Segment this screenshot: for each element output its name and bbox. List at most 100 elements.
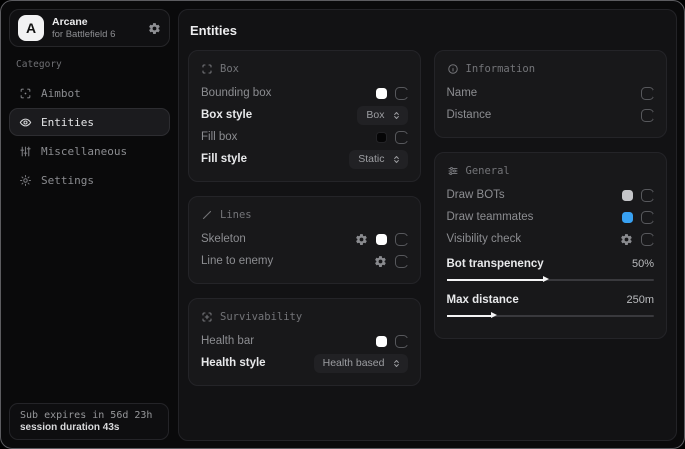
box-icon (201, 63, 213, 75)
card-title-label: Information (466, 63, 536, 75)
setting-row-line-to-enemy: Line to enemy (201, 250, 408, 272)
setting-row-fill-style: Fill style Static (201, 148, 408, 170)
sidebar-item-label: Miscellaneous (41, 145, 127, 158)
sidebar-item-label: Aimbot (41, 87, 81, 100)
header-gear-icon[interactable] (148, 22, 161, 35)
setting-label: Fill style (201, 153, 349, 165)
information-card: Information Name Distance (434, 50, 668, 138)
gear-icon[interactable] (355, 233, 368, 246)
checkbox[interactable] (395, 233, 408, 246)
bot-transparency-setting: Bot transpenency 50% (447, 255, 655, 284)
app-header-card: A Arcane for Battlefield 6 (9, 9, 170, 47)
app-logo: A (18, 15, 44, 41)
slider-label: Max distance (447, 294, 627, 306)
health-style-select[interactable]: Health based (314, 354, 408, 373)
unfold-icon (392, 111, 401, 120)
color-swatch[interactable] (376, 336, 387, 347)
app-title-block: Arcane for Battlefield 6 (52, 16, 140, 41)
setting-row-distance: Distance (447, 104, 655, 126)
setting-row-health-bar: Health bar (201, 330, 408, 352)
setting-label: Draw BOTs (447, 189, 623, 201)
setting-row-name: Name (447, 82, 655, 104)
setting-row-health-style: Health style Health based (201, 352, 408, 374)
card-title-label: General (466, 165, 510, 177)
max-distance-setting: Max distance 250m (447, 291, 655, 320)
color-swatch[interactable] (376, 234, 387, 245)
card-title-label: Survivability (220, 311, 302, 323)
box-card: Box Bounding box Box style Box (188, 50, 421, 182)
session-duration-text: session duration 43s (20, 422, 158, 433)
slider-value: 50% (632, 258, 654, 270)
sub-expiry-text: Sub expires in 56d 23h (20, 410, 158, 421)
sliders-icon (19, 145, 32, 158)
information-icon (447, 63, 459, 75)
setting-label: Fill box (201, 131, 376, 143)
general-card: General Draw BOTs Draw teammates (434, 152, 668, 339)
checkbox[interactable] (641, 211, 654, 224)
card-title-label: Lines (220, 209, 252, 221)
sidebar-item-aimbot[interactable]: Aimbot (9, 79, 170, 107)
checkbox[interactable] (395, 87, 408, 100)
checkbox[interactable] (395, 255, 408, 268)
checkbox[interactable] (641, 109, 654, 122)
main-panel: Entities Box Bounding box (178, 9, 677, 441)
checkbox[interactable] (641, 87, 654, 100)
unfold-icon (392, 155, 401, 164)
category-label: Category (16, 59, 170, 70)
bot-transparency-slider[interactable] (447, 275, 655, 284)
slider-thumb[interactable] (491, 312, 497, 318)
color-swatch[interactable] (376, 88, 387, 99)
sidebar: A Arcane for Battlefield 6 Category Aimb… (1, 1, 178, 448)
select-value: Health based (323, 357, 385, 369)
setting-label: Visibility check (447, 233, 621, 245)
checkbox[interactable] (641, 189, 654, 202)
select-value: Static (358, 153, 384, 165)
settings-gear-icon (19, 174, 32, 187)
setting-label: Health bar (201, 335, 376, 347)
subscription-status-card: Sub expires in 56d 23h session duration … (9, 403, 169, 440)
unfold-icon (392, 359, 401, 368)
lines-icon (201, 209, 213, 221)
setting-row-box-style: Box style Box (201, 104, 408, 126)
color-swatch[interactable] (622, 190, 633, 201)
setting-row-draw-bots: Draw BOTs (447, 184, 655, 206)
app-name: Arcane (52, 16, 140, 29)
fill-style-select[interactable]: Static (349, 150, 407, 169)
setting-row-skeleton: Skeleton (201, 228, 408, 250)
survivability-icon (201, 311, 213, 323)
slider-thumb[interactable] (543, 276, 549, 282)
sidebar-item-miscellaneous[interactable]: Miscellaneous (9, 137, 170, 165)
setting-row-bounding-box: Bounding box (201, 82, 408, 104)
setting-label: Bounding box (201, 87, 376, 99)
color-swatch[interactable] (376, 132, 387, 143)
card-title-label: Box (220, 63, 239, 75)
app-window: A Arcane for Battlefield 6 Category Aimb… (0, 0, 685, 449)
setting-row-visibility-check: Visibility check (447, 228, 655, 250)
gear-icon[interactable] (620, 233, 633, 246)
setting-label: Line to enemy (201, 255, 374, 267)
box-style-select[interactable]: Box (357, 106, 407, 125)
color-swatch[interactable] (622, 212, 633, 223)
setting-label: Distance (447, 109, 642, 121)
sidebar-item-entities[interactable]: Entities (9, 108, 170, 136)
sidebar-item-label: Entities (41, 116, 94, 129)
checkbox[interactable] (395, 335, 408, 348)
max-distance-slider[interactable] (447, 311, 655, 320)
setting-row-draw-teammates: Draw teammates (447, 206, 655, 228)
entities-eye-icon (19, 116, 32, 129)
setting-label: Box style (201, 109, 357, 121)
slider-label: Bot transpenency (447, 258, 632, 270)
slider-value: 250m (626, 294, 654, 306)
setting-label: Skeleton (201, 233, 355, 245)
page-title: Entities (190, 23, 667, 38)
gear-icon[interactable] (374, 255, 387, 268)
checkbox[interactable] (641, 233, 654, 246)
sidebar-item-label: Settings (41, 174, 94, 187)
setting-label: Draw teammates (447, 211, 623, 223)
sidebar-item-settings[interactable]: Settings (9, 166, 170, 194)
select-value: Box (366, 109, 384, 121)
aimbot-crosshair-icon (19, 87, 32, 100)
setting-row-fill-box: Fill box (201, 126, 408, 148)
checkbox[interactable] (395, 131, 408, 144)
survivability-card: Survivability Health bar Health style He… (188, 298, 421, 386)
